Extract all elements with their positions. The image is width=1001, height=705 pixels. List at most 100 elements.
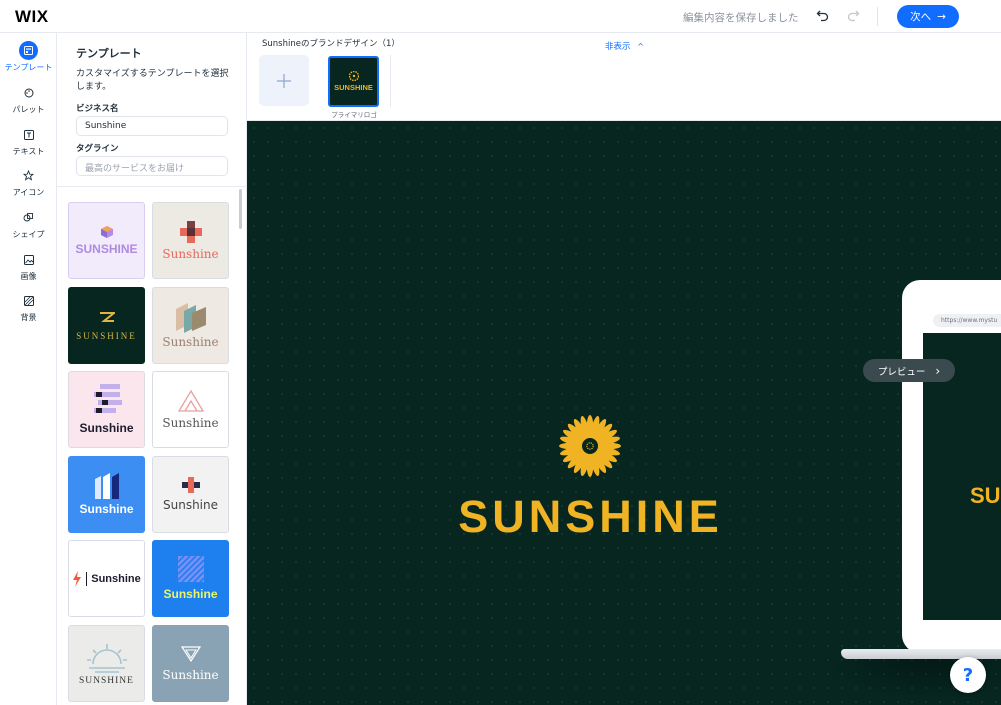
business-name-label: ビジネス名 [76, 104, 119, 114]
chevron-up-icon: ^ [637, 42, 644, 51]
brand-design-title: Sunshineのブランドデザイン（1） [262, 39, 400, 49]
laptop-url-bar: https://www.mystu [933, 314, 1001, 327]
template-card[interactable]: Sunshine [68, 371, 145, 448]
template-card[interactable]: Sunshine [152, 456, 229, 533]
arrow-right-icon: → [937, 10, 946, 23]
zigzag-icon [99, 311, 115, 322]
template-card[interactable]: SUNSHINE [68, 625, 145, 702]
panel-title: テンプレート [76, 47, 142, 60]
next-button[interactable]: 次へ → [897, 5, 959, 28]
template-card-text: SUNSHINE [76, 330, 137, 341]
divider [390, 55, 391, 107]
template-card-text: SUNSHINE [79, 675, 134, 686]
template-card[interactable]: SUNSHINE [68, 287, 145, 364]
hide-toggle[interactable]: 非表示 ^ [605, 40, 644, 52]
preview-label: プレビュー [877, 366, 926, 378]
rail-item-image[interactable]: 画像 [0, 250, 57, 282]
plus-mark-icon [181, 477, 200, 493]
star-icon [19, 166, 38, 185]
template-card-text: Sunshine [79, 421, 134, 435]
business-name-input[interactable]: Sunshine [76, 116, 228, 136]
template-card[interactable]: Sunshine [152, 287, 229, 364]
triangle-icon [177, 389, 204, 412]
template-card[interactable]: Sunshine [152, 371, 229, 448]
chevron-right-icon: › [935, 363, 941, 378]
divider [57, 186, 246, 187]
template-card[interactable]: Sunshine [152, 625, 229, 702]
template-card-text: Sunshine [162, 498, 218, 512]
template-card[interactable]: Sunshine [152, 540, 229, 617]
help-button[interactable]: ? [950, 657, 986, 693]
stripes-icon [93, 384, 122, 413]
brand-design-strip: Sunshineのブランドデザイン（1） 非表示 ^ SUNSHINE プライマ… [247, 33, 1001, 121]
sun-icon [348, 71, 359, 81]
add-design-button[interactable] [259, 55, 309, 106]
wix-logo[interactable]: WIX [15, 7, 49, 27]
cube-icon [100, 226, 113, 238]
rail-item-icon[interactable]: アイコン [0, 166, 57, 198]
primary-logo-thumbnail[interactable]: SUNSHINE [328, 56, 379, 107]
shape-icon [19, 208, 38, 227]
plus-icon [277, 73, 291, 88]
template-card-text: Sunshine [79, 502, 134, 516]
template-card[interactable]: Sunshine [68, 456, 145, 533]
rail-label: テンプレート [4, 63, 53, 72]
undo-icon[interactable] [816, 8, 830, 22]
divider [86, 571, 88, 586]
laptop-brand-text: SU [970, 483, 1001, 508]
bars-icon [94, 473, 119, 499]
rail-label: シェイプ [12, 230, 45, 239]
cross-icon [179, 220, 202, 243]
template-card-text: Sunshine [91, 572, 141, 585]
save-status: 編集内容を保存しました [683, 12, 799, 24]
divider [877, 7, 878, 26]
image-icon [19, 250, 38, 269]
primary-logo-label: プライマリロゴ [331, 111, 377, 119]
panel-scrollbar[interactable] [239, 189, 242, 229]
sunrise-icon [86, 643, 127, 673]
background-icon [19, 291, 38, 310]
rail-label: テキスト [12, 147, 45, 156]
template-card[interactable]: SUNSHINE [68, 202, 145, 279]
template-icon [19, 41, 38, 60]
next-button-label: 次へ [910, 11, 932, 23]
template-card-text: Sunshine [162, 246, 219, 261]
blocks-icon [175, 302, 206, 333]
text-icon [19, 125, 38, 144]
template-card[interactable]: Sunshine [152, 202, 229, 279]
top-bar: WIX 編集内容を保存しました 次へ → [0, 0, 1001, 33]
laptop-base [841, 649, 1001, 659]
rail-item-shape[interactable]: シェイプ [0, 208, 57, 240]
rail-item-palette[interactable]: パレット [0, 83, 57, 115]
brand-name-text[interactable]: SUNSHINE [247, 491, 934, 543]
hide-label: 非表示 [605, 42, 631, 52]
tagline-label: タグライン [76, 144, 119, 154]
sun-logo-icon [559, 415, 621, 477]
inverted-triangle-icon [180, 645, 201, 662]
template-card[interactable]: Sunshine [68, 540, 145, 617]
question-icon: ? [962, 664, 974, 686]
rail-label: アイコン [12, 188, 45, 197]
rail-item-text[interactable]: テキスト [0, 125, 57, 157]
template-card-text: Sunshine [163, 587, 218, 601]
template-card-text: Sunshine [162, 667, 219, 682]
rail-label: 画像 [20, 272, 37, 281]
tool-rail: テンプレート パレット テキスト アイコン シェイプ 画像 背景 [0, 33, 57, 705]
panel-description: カスタマイズするテンプレートを選択します。 [76, 69, 229, 92]
template-card-text: Sunshine [162, 415, 219, 430]
primary-logo-text: SUNSHINE [334, 83, 373, 92]
rail-item-template[interactable]: テンプレート [0, 41, 57, 73]
template-card-text: Sunshine [162, 334, 219, 349]
redo-icon[interactable] [846, 8, 860, 22]
bolt-icon [73, 570, 82, 587]
rail-item-background[interactable]: 背景 [0, 291, 57, 323]
hatched-square-icon [177, 556, 204, 582]
tagline-input[interactable]: 最高のサービスをお届け [76, 156, 228, 176]
rail-label: パレット [12, 105, 45, 114]
template-panel: テンプレート カスタマイズするテンプレートを選択します。 ビジネス名 Sunsh… [57, 33, 247, 705]
template-card-text: SUNSHINE [75, 242, 138, 256]
preview-button[interactable]: プレビュー › [863, 359, 955, 382]
logo-canvas: SUNSHINE https://www.mystu SU プレビュー › ? [247, 121, 1001, 705]
palette-icon [19, 83, 38, 102]
rail-label: 背景 [20, 313, 37, 322]
